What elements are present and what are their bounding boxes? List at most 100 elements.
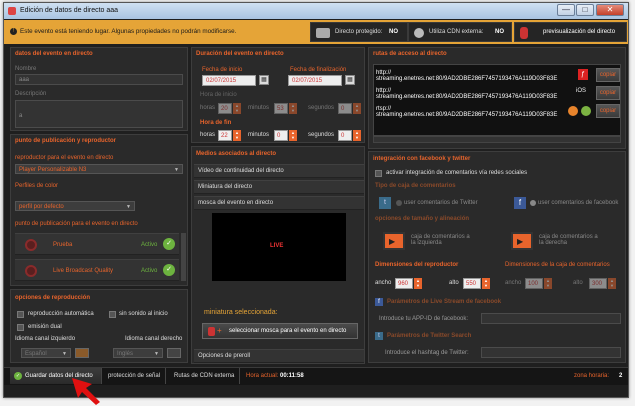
box-height-input[interactable]: 300 bbox=[589, 278, 607, 289]
player-height-stepper[interactable]: ▲ ▼ bbox=[482, 278, 490, 289]
shield-icon bbox=[316, 28, 330, 38]
route-entry[interactable]: rtsp:// streaming.enetres.net:80/9AD2DBE… bbox=[376, 106, 557, 118]
tab-external-cdn[interactable]: Rutas de CDN externa bbox=[168, 368, 240, 384]
player-width-input[interactable]: 960 bbox=[395, 278, 413, 289]
left-language-select[interactable]: Español bbox=[21, 348, 71, 358]
preview-button[interactable]: previsualización del directo bbox=[514, 22, 627, 42]
calendar-icon[interactable]: ▦ bbox=[259, 75, 269, 85]
thumbnail-row[interactable]: Miniatura del directo bbox=[194, 180, 364, 194]
end-hours-stepper[interactable]: ▲ ▼ bbox=[233, 130, 241, 141]
routes-section-title: rutas de acceso al directo bbox=[373, 51, 447, 57]
name-field[interactable]: aaa bbox=[15, 74, 183, 85]
warning-icon: ! bbox=[10, 28, 17, 35]
start-minutes-input[interactable]: 53 bbox=[274, 103, 288, 114]
activate-social-checkbox[interactable] bbox=[375, 170, 382, 177]
tab-signal-protection[interactable]: protección de señal bbox=[104, 368, 166, 384]
microphone-icon bbox=[520, 27, 528, 39]
end-minutes-input[interactable]: 0 bbox=[274, 130, 288, 141]
check-icon: ✓ bbox=[163, 238, 175, 250]
watermark-row[interactable]: mosca del evento en directo bbox=[194, 196, 364, 210]
autoplay-checkbox[interactable] bbox=[17, 311, 24, 318]
twitter-params-label: Parámetros de Twitter Search bbox=[387, 333, 472, 339]
start-date-field[interactable]: 02/07/2015 bbox=[202, 75, 256, 86]
align-left-label: caja de comentarios a la izquierda bbox=[411, 234, 470, 246]
end-seconds-stepper[interactable]: ▲ ▼ bbox=[353, 130, 361, 141]
cdn-label: Utiliza CDN externa: bbox=[429, 29, 484, 35]
check-icon: ✓ bbox=[163, 264, 175, 276]
publish-point-row[interactable]: Live Broadcast Quality Activo ✓ bbox=[15, 259, 179, 281]
autoplay-label: reproducción automática bbox=[28, 311, 94, 317]
route-url: streaming.enetres.net:80/9AD2DBE286F7457… bbox=[376, 112, 558, 118]
hours-label: horas bbox=[200, 132, 216, 138]
end-minutes-stepper[interactable]: ▲ ▼ bbox=[289, 130, 297, 141]
routes-scrollbar[interactable] bbox=[373, 136, 621, 143]
end-date-label: Fecha de finalización bbox=[290, 67, 347, 73]
color-profile-select[interactable]: perfil por defecto bbox=[15, 201, 135, 211]
close-button[interactable]: ✕ bbox=[596, 4, 624, 16]
publish-section-title: punto de publicación y reproductor bbox=[15, 138, 117, 144]
twitter-radio[interactable] bbox=[396, 200, 402, 206]
end-date-field[interactable]: 02/07/2015 bbox=[288, 75, 342, 86]
current-time-label: Hora actual: bbox=[246, 373, 279, 379]
publish-point-row[interactable]: Prueba Activo ✓ bbox=[15, 233, 179, 255]
right-language-select[interactable]: Inglés bbox=[113, 348, 163, 358]
twitter-hashtag-label: Introduce el hashtag de Twitter: bbox=[385, 350, 469, 356]
publish-scrollbar[interactable] bbox=[181, 233, 186, 281]
copy-button[interactable]: copiar bbox=[596, 104, 620, 118]
routes-panel: rutas de acceso al directo http:// strea… bbox=[368, 47, 626, 149]
dual-checkbox[interactable] bbox=[17, 324, 24, 331]
app-window: Edición de datos de directo aaa — □ ✕ ! … bbox=[3, 2, 629, 398]
maximize-button[interactable]: □ bbox=[576, 4, 594, 16]
start-minutes-stepper[interactable]: ▲ ▼ bbox=[289, 103, 297, 114]
player-select[interactable]: Player Personalizable N3 bbox=[15, 164, 183, 174]
check-icon: ✓ bbox=[14, 372, 22, 380]
align-left-icon[interactable]: ▶ bbox=[383, 232, 405, 250]
timezone-value: 2 bbox=[619, 373, 623, 379]
mute-checkbox[interactable] bbox=[109, 311, 116, 318]
end-seconds-input[interactable]: 0 bbox=[338, 130, 352, 141]
title-bar: Edición de datos de directo aaa — □ ✕ bbox=[4, 3, 628, 19]
ios-icon: iOS bbox=[576, 88, 587, 94]
social-section-title: integración con facebook y twitter bbox=[373, 156, 471, 162]
media-section-title: Medios asociados al directo bbox=[196, 151, 277, 157]
publish-point-name: Prueba bbox=[53, 242, 73, 248]
start-hours-input[interactable]: 20 bbox=[218, 103, 232, 114]
start-seconds-input[interactable]: 0 bbox=[338, 103, 352, 114]
facebook-radio[interactable] bbox=[530, 200, 536, 206]
minimize-button[interactable]: — bbox=[557, 4, 575, 16]
copy-button[interactable]: copiar bbox=[596, 86, 620, 100]
comment-type-label: Tipo de caja de comentarios bbox=[375, 183, 456, 189]
box-width-input[interactable]: 100 bbox=[525, 278, 543, 289]
minutes-label: minutos bbox=[248, 132, 270, 138]
route-entry[interactable]: http:// streaming.enetres.net:80/9AD2DBE… bbox=[376, 88, 557, 100]
minutes-label: minutos bbox=[248, 105, 270, 111]
copy-button[interactable]: copiar bbox=[596, 68, 620, 82]
seconds-label: segundos bbox=[308, 105, 335, 111]
box-height-stepper[interactable]: ▲ ▼ bbox=[608, 278, 616, 289]
box-width-stepper[interactable]: ▲ ▼ bbox=[544, 278, 552, 289]
description-field[interactable]: a bbox=[15, 100, 183, 128]
duration-panel: Duración del evento en directo Fecha de … bbox=[191, 47, 365, 143]
twitter-hashtag-input[interactable] bbox=[481, 347, 621, 358]
warning-bar: ! Este evento está teniendo lugar. Algun… bbox=[4, 20, 628, 44]
flash-icon: ƒ bbox=[578, 69, 588, 80]
facebook-appid-input[interactable] bbox=[481, 313, 621, 324]
player-height-input[interactable]: 550 bbox=[463, 278, 481, 289]
start-hours-stepper[interactable]: ▲ ▼ bbox=[233, 103, 241, 114]
protected-label: Directo protegido: bbox=[335, 29, 383, 35]
calendar-icon[interactable]: ▦ bbox=[345, 75, 355, 85]
preroll-options-row[interactable]: Opciones de preroll bbox=[194, 349, 364, 363]
select-watermark-button[interactable]: + seleccionar mosca para el evento en di… bbox=[202, 323, 358, 339]
publish-point-state: Activo bbox=[141, 242, 158, 248]
facebook-option-label: user comentarios de facebook bbox=[538, 200, 619, 206]
start-seconds-stepper[interactable]: ▲ ▼ bbox=[353, 103, 361, 114]
android-icon bbox=[581, 106, 591, 116]
player-width-stepper[interactable]: ▲ ▼ bbox=[414, 278, 422, 289]
continuity-video-row[interactable]: Vídeo de continuidad del directo bbox=[194, 164, 364, 178]
end-hours-input[interactable]: 22 bbox=[218, 130, 232, 141]
record-icon bbox=[25, 239, 37, 251]
align-right-icon[interactable]: ▶ bbox=[511, 232, 533, 250]
live-preview-text: LIVE bbox=[270, 243, 284, 249]
plus-icon: + bbox=[217, 326, 222, 335]
route-entry[interactable]: http:// streaming.enetres.net:80/9AD2DBE… bbox=[376, 70, 557, 82]
